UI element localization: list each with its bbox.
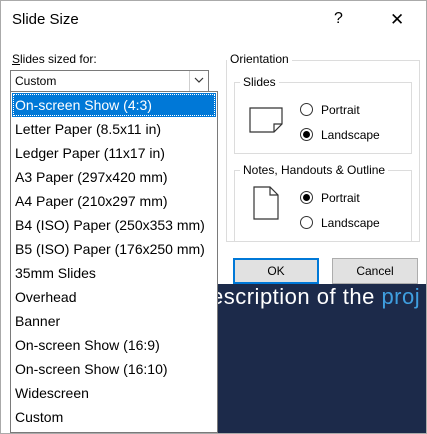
list-item[interactable]: Custom <box>12 405 216 429</box>
slides-sized-for-label: Slides sized for: <box>12 52 97 66</box>
list-item[interactable]: Widescreen <box>12 381 216 405</box>
list-item[interactable]: A3 Paper (297x420 mm) <box>12 165 216 189</box>
slides-orientation-title: Slides <box>240 75 279 89</box>
orientation-title: Orientation <box>227 52 292 66</box>
list-item[interactable]: On-screen Show (16:10) <box>12 357 216 381</box>
orientation-group: Orientation Slides Portrait Landscape No… <box>226 52 420 242</box>
slides-portrait-label[interactable]: Portrait <box>321 103 360 117</box>
slides-portrait-radio[interactable] <box>300 103 313 116</box>
background-slide-text: escription of the proj <box>217 284 421 309</box>
list-item[interactable]: B5 (ISO) Paper (176x250 mm) <box>12 237 216 261</box>
slides-landscape-radio[interactable] <box>300 128 313 141</box>
list-item[interactable]: Overhead <box>12 285 216 309</box>
notes-landscape-label[interactable]: Landscape <box>321 216 380 230</box>
list-item[interactable]: B4 (ISO) Paper (250x353 mm) <box>12 213 216 237</box>
background-slide: escription of the proj <box>217 284 426 433</box>
slides-landscape-label[interactable]: Landscape <box>321 128 380 142</box>
notes-landscape-radio[interactable] <box>300 216 313 229</box>
cancel-button[interactable]: Cancel <box>332 258 418 284</box>
notes-orientation-title: Notes, Handouts & Outline <box>240 163 389 177</box>
notes-portrait-radio[interactable] <box>300 191 313 204</box>
notes-portrait-label[interactable]: Portrait <box>321 191 360 205</box>
chevron-down-icon <box>194 77 204 83</box>
list-item[interactable]: Ledger Paper (11x17 in) <box>12 141 216 165</box>
list-item[interactable]: Banner <box>12 309 216 333</box>
slides-sized-for-select[interactable]: Custom <box>10 70 209 92</box>
title-bar: Slide Size ? ✕ <box>1 1 426 41</box>
close-button[interactable]: ✕ <box>390 10 404 30</box>
select-value: Custom <box>15 74 57 88</box>
slide-size-dialog: Slide Size ? ✕ Slides sized for: Custom … <box>0 0 427 434</box>
dropdown-toggle[interactable] <box>189 71 208 91</box>
help-button[interactable]: ? <box>334 10 343 28</box>
list-item[interactable]: On-screen Show (4:3) <box>12 93 216 117</box>
portrait-page-icon <box>253 186 279 220</box>
landscape-page-icon <box>249 107 283 133</box>
slides-orientation-group: Slides Portrait Landscape <box>234 75 412 154</box>
list-item[interactable]: 35mm Slides <box>12 261 216 285</box>
dialog-title: Slide Size <box>12 11 79 28</box>
list-item[interactable]: Letter Paper (8.5x11 in) <box>12 117 216 141</box>
notes-orientation-group: Notes, Handouts & Outline Portrait Lands… <box>234 163 412 242</box>
list-item[interactable]: A4 Paper (210x297 mm) <box>12 189 216 213</box>
list-item[interactable]: On-screen Show (16:9) <box>12 333 216 357</box>
ok-button[interactable]: OK <box>233 258 319 284</box>
slide-size-dropdown-list: On-screen Show (4:3) Letter Paper (8.5x1… <box>10 91 218 433</box>
